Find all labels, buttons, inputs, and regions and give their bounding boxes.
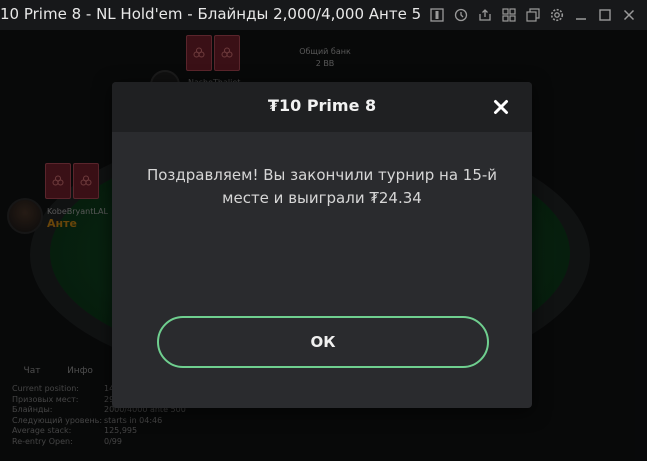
tables-grid-icon[interactable] [499,4,519,26]
close-icon[interactable] [619,4,639,26]
history-icon[interactable] [451,4,471,26]
maximize-icon[interactable] [595,4,615,26]
export-icon[interactable] [475,4,495,26]
minimize-icon[interactable] [571,4,591,26]
stack-windows-icon[interactable] [523,4,543,26]
title-bar-controls [427,4,639,26]
tournament-result-dialog: ₮10 Prime 8 Поздравляем! Вы закончили ту… [112,82,532,408]
ok-button[interactable]: ОК [157,316,489,368]
title-bar: 10 Prime 8 - NL Hold'em - Блайнды 2,000/… [0,0,647,30]
dialog-message: Поздравляем! Вы закончили турнир на 15-й… [146,166,498,207]
window-title: 10 Prime 8 - NL Hold'em - Блайнды 2,000/… [0,5,420,23]
close-icon [494,100,508,114]
settings-icon[interactable] [547,4,567,26]
dialog-close-button[interactable] [490,96,512,118]
dialog-title: ₮10 Prime 8 [267,96,377,115]
dialog-header: ₮10 Prime 8 [112,82,532,132]
tournament-lobby-icon[interactable] [427,4,447,26]
